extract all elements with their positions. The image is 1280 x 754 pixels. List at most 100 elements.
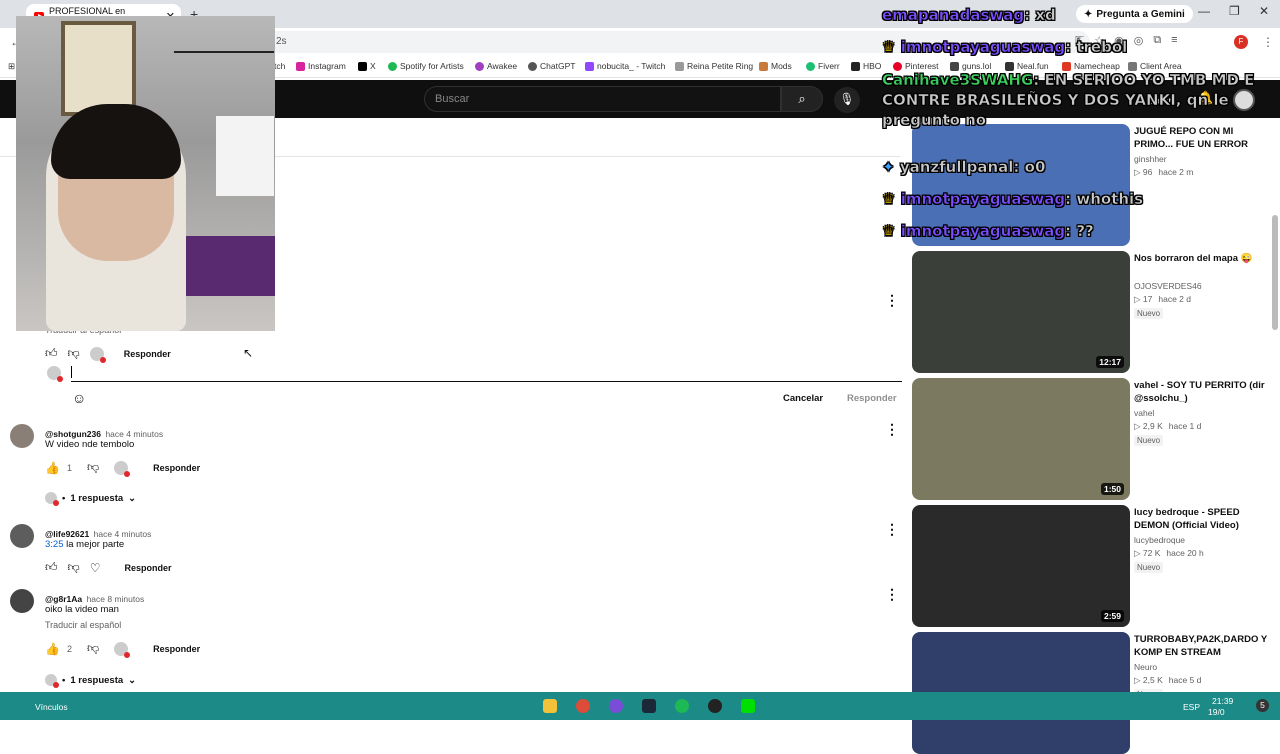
comment-author[interactable]: @life92621 (45, 529, 89, 539)
avatar[interactable] (10, 524, 34, 548)
search-button[interactable]: ⌕ (781, 86, 823, 112)
window-close-icon[interactable]: ✕ (1259, 4, 1269, 18)
channel-name[interactable]: vahel (1134, 408, 1154, 418)
bookmark-chatgpt[interactable]: ChatGPT (528, 61, 575, 71)
view-replies-button[interactable]: • 1 respuesta ⌄ (45, 674, 136, 688)
comment-time[interactable]: hace 4 minutos (105, 429, 163, 439)
bookmark-hbo[interactable]: HBO (851, 61, 881, 71)
comment-text: W video nde tembolo (45, 439, 135, 450)
bookmark-fiverr[interactable]: Fiverr (806, 61, 840, 71)
minimize-icon[interactable]: — (1198, 4, 1210, 18)
bookmark-mods[interactable]: Mods (759, 61, 792, 71)
links-label[interactable]: Vínculos (35, 702, 68, 712)
like-icon[interactable]: 👍︎ (45, 560, 58, 575)
bookmark-x[interactable]: X (358, 61, 376, 71)
profile-avatar[interactable]: F (1234, 35, 1248, 49)
chat-message: ♛ imnotpayaguaswag: trebol (882, 38, 1128, 57)
like-icon[interactable]: 👍 (45, 461, 60, 475)
menu-icon[interactable]: ⋮ (1262, 35, 1274, 49)
avatar[interactable] (10, 424, 34, 448)
discord-icon[interactable] (609, 699, 623, 713)
comment-author[interactable]: @shotgun236 (45, 429, 101, 439)
channel-name[interactable]: OJOSVERDES46 (1134, 281, 1202, 291)
media-icon[interactable]: ≡ (1171, 34, 1177, 47)
comment-time[interactable]: hace 4 minutos (94, 529, 152, 539)
bookmark-awakee[interactable]: Awakee (475, 61, 517, 71)
creator-avatar (45, 492, 59, 506)
heart-icon[interactable]: ♡ (90, 561, 101, 575)
comment-menu-icon[interactable]: ⋮ (885, 292, 899, 309)
twitch-icon (585, 61, 594, 71)
video-title[interactable]: lucy bedroque - SPEED DEMON (Official Vi… (1134, 506, 1269, 532)
apps-grid-icon[interactable]: ⊞ (8, 61, 15, 72)
chatgpt-icon (528, 61, 537, 71)
notification-count[interactable]: 5 (1256, 699, 1269, 712)
spotify-icon[interactable] (675, 699, 689, 713)
view-replies-button[interactable]: • 1 respuesta ⌄ (45, 492, 136, 506)
timestamp-link[interactable]: 3:25 (45, 539, 64, 550)
channel-name[interactable]: lucybedroque (1134, 535, 1185, 545)
channel-name[interactable]: ginshher (1134, 154, 1167, 164)
translate-link[interactable]: Traducir al español (45, 620, 121, 630)
clock-time[interactable]: 21:39 (1212, 696, 1233, 706)
scrollbar[interactable] (1272, 215, 1278, 330)
bookmark-twitch-nobucita[interactable]: nobucita_ - Twitch (585, 61, 665, 71)
dislike-icon[interactable]: 👎︎ (68, 560, 80, 575)
cancel-button[interactable]: Cancelar (783, 393, 823, 404)
reply-button[interactable]: Responder (153, 463, 200, 473)
comment-menu-icon[interactable]: ⋮ (885, 586, 899, 603)
emoji-icon[interactable]: ☺ (72, 390, 86, 406)
dislike-icon[interactable]: 👎︎ (87, 460, 99, 475)
dislike-icon[interactable]: 👎︎ (87, 641, 99, 656)
windows-taskbar: Vínculos ESP 21:39 19/0 5 (0, 692, 1280, 720)
submit-reply-button[interactable]: Responder (847, 393, 897, 404)
voice-search-button[interactable]: 🎙 (834, 87, 860, 113)
reply-button[interactable]: Responder (125, 563, 172, 573)
comment-time[interactable]: hace 8 minutos (87, 594, 145, 604)
crown-icon: ♛ (882, 190, 896, 209)
channel-name[interactable]: Neuro (1134, 662, 1157, 672)
comment-text: oiko la video man (45, 604, 119, 615)
clock-date[interactable]: 19/0 (1208, 707, 1225, 717)
app-icon[interactable] (741, 699, 755, 713)
new-badge: Nuevo (1134, 562, 1164, 573)
gemini-button[interactable]: ✦ Pregunta a Gemini (1076, 5, 1193, 23)
comment-menu-icon[interactable]: ⋮ (885, 521, 899, 538)
video-title[interactable]: Nos borraron del mapa 😜 (1134, 252, 1269, 265)
bookmark-spotify[interactable]: Spotify for Artists (388, 61, 464, 71)
language-indicator[interactable]: ESP (1183, 702, 1200, 712)
reply-input[interactable] (71, 364, 902, 382)
steam-icon[interactable] (642, 699, 656, 713)
dislike-icon[interactable]: 👎︎ (68, 346, 80, 361)
video-thumbnail[interactable]: 1:50 (912, 378, 1130, 500)
fiverr-icon (806, 61, 815, 71)
file-explorer-icon[interactable] (543, 699, 557, 713)
video-thumbnail[interactable]: 12:17 (912, 251, 1130, 373)
upload-age: hace 2 m (1158, 167, 1194, 177)
crown-icon: ♛ (882, 38, 896, 57)
views-count: 96 (1142, 167, 1153, 177)
video-title[interactable]: TURROBABY,PA2K,DARDO Y KOMP EN STREAM (1134, 633, 1269, 659)
bookmark-instagram[interactable]: Instagram (296, 61, 346, 71)
views-count: 2,9 K (1142, 421, 1163, 431)
comment-author[interactable]: @g8r1Aa (45, 594, 82, 604)
chrome-icon[interactable] (576, 699, 590, 713)
obs-icon[interactable] (708, 699, 722, 713)
creator-heart-avatar (114, 641, 131, 658)
search-input[interactable]: Buscar (424, 86, 781, 112)
clothes-rack (174, 51, 274, 53)
video-thumbnail[interactable]: 2:59 (912, 505, 1130, 627)
like-icon[interactable]: 👍 (45, 642, 60, 656)
like-icon[interactable]: 👍︎ (45, 346, 58, 361)
bookmark-twitch[interactable]: tch (274, 61, 285, 71)
extension-icon[interactable]: ◎ (1134, 34, 1144, 47)
reply-button[interactable]: Responder (153, 644, 200, 654)
video-title[interactable]: vahel - SOY TU PERRITO (dir @ssolchu_) (1134, 379, 1269, 405)
avatar[interactable] (10, 589, 34, 613)
bookmark-reina[interactable]: Reina Petite Ring (675, 61, 753, 71)
reply-button[interactable]: Responder (124, 349, 171, 359)
puzzle-icon[interactable]: ⧉ (1153, 34, 1161, 47)
maximize-icon[interactable]: ❐ (1229, 4, 1240, 18)
comment-menu-icon[interactable]: ⋮ (885, 421, 899, 438)
purple-light (176, 236, 275, 296)
